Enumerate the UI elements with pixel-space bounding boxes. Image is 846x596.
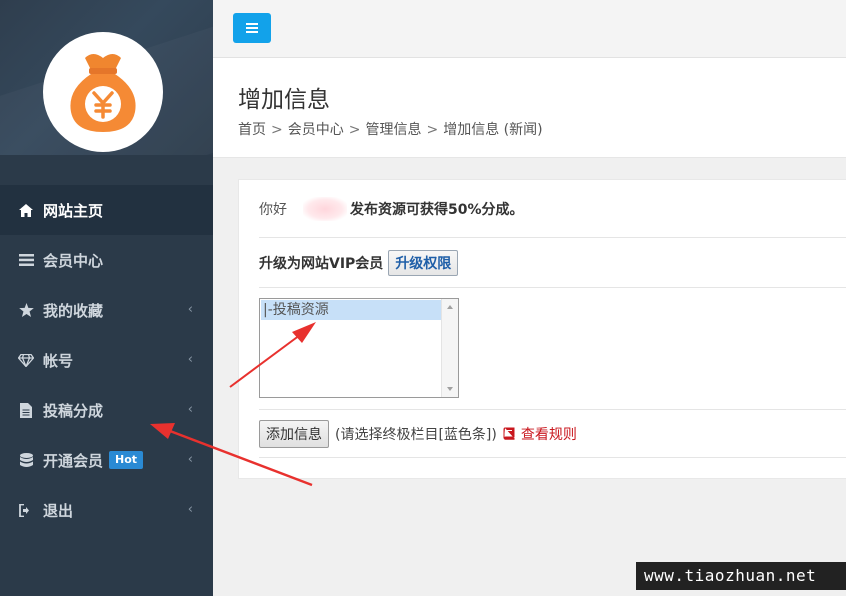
view-rules-link[interactable]: 查看规则 bbox=[503, 424, 577, 444]
breadcrumb-separator: > bbox=[271, 122, 283, 138]
sidebar-item-submission[interactable]: 投稿分成 ‹ bbox=[0, 385, 213, 435]
home-icon bbox=[18, 202, 34, 218]
greeting-suffix: 发布资源可获得50%分成。 bbox=[350, 201, 524, 218]
sidebar-item-favorites[interactable]: 我的收藏 ‹ bbox=[0, 285, 213, 335]
chevron-left-icon: ‹ bbox=[187, 352, 193, 367]
top-bar bbox=[213, 0, 846, 58]
sidebar-item-label: 我的收藏 bbox=[43, 301, 104, 320]
sign-out-icon bbox=[18, 502, 34, 518]
sidebar-item-label: 网站主页 bbox=[43, 201, 104, 220]
scroll-up-icon[interactable] bbox=[447, 305, 453, 309]
page-header: 增加信息 首页 > 会员中心 > 管理信息 > 增加信息 (新闻) bbox=[213, 58, 846, 158]
breadcrumb-member-center[interactable]: 会员中心 bbox=[288, 122, 344, 138]
upgrade-button[interactable]: 升级权限 bbox=[388, 249, 459, 276]
sidebar: 网站主页 会员中心 我的收藏 ‹ 帐号 ‹ 投稿分成 ‹ 开通会员 Hot ‹ … bbox=[0, 0, 213, 596]
listbox-scrollbar[interactable] bbox=[441, 299, 458, 397]
hint-text: (请选择终极栏目[蓝色条]) bbox=[335, 426, 497, 443]
category-option[interactable]: |-投稿资源 bbox=[261, 300, 442, 320]
sidebar-item-label: 退出 bbox=[43, 501, 74, 520]
sidebar-header bbox=[0, 0, 213, 155]
hamburger-icon bbox=[246, 27, 258, 29]
sidebar-item-label: 开通会员 bbox=[43, 451, 104, 470]
avatar[interactable] bbox=[43, 32, 163, 152]
money-bag-icon bbox=[70, 54, 136, 132]
diamond-icon bbox=[18, 352, 34, 368]
sidebar-menu: 网站主页 会员中心 我的收藏 ‹ 帐号 ‹ 投稿分成 ‹ 开通会员 Hot ‹ … bbox=[0, 185, 213, 535]
watermark: www.tiaozhuan.net bbox=[636, 562, 846, 590]
page-title: 增加信息 bbox=[238, 87, 330, 113]
breadcrumb-separator: > bbox=[426, 122, 439, 138]
blurred-username bbox=[303, 196, 347, 221]
breadcrumb-home[interactable]: 首页 bbox=[238, 122, 266, 138]
breadcrumb-current: 增加信息 (新闻) bbox=[443, 122, 543, 138]
greeting-row: 你好 发布资源可获得50%分成。 bbox=[259, 180, 846, 238]
database-icon bbox=[18, 452, 34, 468]
sidebar-item-member-center[interactable]: 会员中心 bbox=[0, 235, 213, 285]
book-icon bbox=[503, 427, 515, 440]
upgrade-text: 升级为网站VIP会员 bbox=[259, 255, 384, 272]
chevron-left-icon: ‹ bbox=[187, 452, 193, 467]
breadcrumb-manage-info[interactable]: 管理信息 bbox=[365, 122, 421, 138]
star-icon bbox=[18, 302, 34, 318]
list-icon bbox=[18, 252, 34, 268]
sidebar-item-home[interactable]: 网站主页 bbox=[0, 185, 213, 235]
greeting-text: 你好 bbox=[259, 201, 287, 218]
breadcrumb-separator: > bbox=[348, 122, 361, 138]
hot-badge: Hot bbox=[109, 451, 144, 469]
file-icon bbox=[18, 402, 34, 418]
sidebar-toggle-button[interactable] bbox=[233, 13, 271, 43]
sidebar-item-label: 会员中心 bbox=[43, 251, 104, 270]
sidebar-item-vip[interactable]: 开通会员 Hot ‹ bbox=[0, 435, 213, 485]
sidebar-item-logout[interactable]: 退出 ‹ bbox=[0, 485, 213, 535]
chevron-left-icon: ‹ bbox=[187, 302, 193, 317]
submit-row: 添加信息 (请选择终极栏目[蓝色条]) 查看规则 bbox=[259, 410, 846, 458]
sidebar-item-label: 投稿分成 bbox=[43, 401, 104, 420]
scroll-down-icon[interactable] bbox=[447, 387, 453, 391]
view-rules-label: 查看规则 bbox=[520, 426, 577, 443]
chevron-left-icon: ‹ bbox=[187, 502, 193, 517]
chevron-left-icon: ‹ bbox=[187, 402, 193, 417]
add-info-form: 你好 发布资源可获得50%分成。 升级为网站VIP会员 升级权限 |-投稿资源 … bbox=[238, 179, 846, 479]
category-row: |-投稿资源 bbox=[259, 288, 846, 410]
breadcrumb: 首页 > 会员中心 > 管理信息 > 增加信息 (新闻) bbox=[238, 119, 543, 139]
upgrade-row: 升级为网站VIP会员 升级权限 bbox=[259, 238, 846, 288]
category-listbox[interactable]: |-投稿资源 bbox=[259, 298, 459, 398]
add-info-button[interactable]: 添加信息 bbox=[259, 419, 329, 448]
sidebar-item-label: 帐号 bbox=[43, 351, 74, 370]
sidebar-item-account[interactable]: 帐号 ‹ bbox=[0, 335, 213, 385]
